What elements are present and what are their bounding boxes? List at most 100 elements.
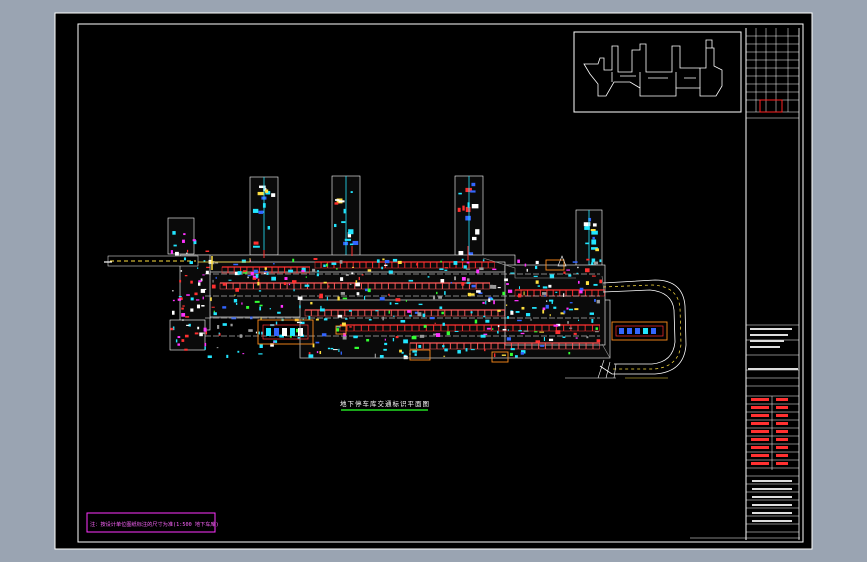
tower-detail <box>259 185 266 189</box>
plan-detail <box>439 268 444 271</box>
plan-detail <box>349 283 352 285</box>
plan-detail <box>247 275 251 277</box>
plan-detail <box>222 306 227 309</box>
tower-detail <box>585 242 589 245</box>
plan-detail <box>517 259 520 263</box>
plan-detail <box>484 348 486 352</box>
tower-detail <box>471 182 476 187</box>
plan-detail <box>593 283 598 286</box>
title-block-text <box>752 520 792 522</box>
plan-detail <box>175 339 178 343</box>
tower-detail <box>253 241 259 245</box>
title-block-text <box>750 334 788 336</box>
tower-detail <box>338 200 345 203</box>
tower-detail <box>343 208 346 214</box>
plan-detail <box>490 298 494 300</box>
plan-detail <box>502 291 505 296</box>
sign-glyph <box>651 328 656 334</box>
plan-detail <box>414 353 417 356</box>
plan-detail <box>226 354 229 358</box>
plan-detail <box>184 348 188 351</box>
plan-detail <box>242 353 245 355</box>
plan-detail <box>596 299 600 304</box>
plan-detail <box>323 264 326 268</box>
cad-drawing-canvas[interactable]: 地下停车库交通标识平面图 注：按设计单位图纸标注的尺寸为准(1:500 地下车库… <box>0 0 867 562</box>
plan-detail <box>510 348 515 351</box>
plan-detail <box>569 302 573 304</box>
plan-detail <box>403 339 408 344</box>
plan-detail <box>573 332 577 335</box>
plan-detail <box>595 327 598 330</box>
plan-detail <box>365 288 368 292</box>
plan-detail <box>212 279 214 283</box>
plan-detail <box>568 308 574 311</box>
plan-detail <box>293 288 295 292</box>
plan-detail <box>414 311 418 314</box>
plan-detail <box>190 297 194 301</box>
plan-detail <box>266 272 269 276</box>
plan-detail <box>567 321 569 324</box>
title-block-text <box>752 496 792 498</box>
plan-detail <box>246 305 250 309</box>
plan-detail <box>215 276 217 279</box>
plan-detail <box>535 340 541 343</box>
plan-detail <box>258 353 263 355</box>
plan-detail <box>182 305 185 307</box>
plan-title: 地下停车库交通标识平面图 <box>340 399 430 408</box>
title-block-red-text <box>751 446 769 449</box>
plan-detail <box>213 312 217 316</box>
plan-detail <box>296 321 302 324</box>
plan-detail <box>526 268 528 272</box>
plan-detail <box>181 307 184 310</box>
plan-detail <box>595 331 599 333</box>
plan-detail <box>381 266 384 270</box>
plan-detail <box>486 327 491 330</box>
plan-detail <box>326 296 328 301</box>
plan-detail <box>252 277 257 280</box>
plan-detail <box>427 276 430 278</box>
plan-detail <box>173 244 177 247</box>
plan-detail <box>514 300 519 302</box>
plan-detail <box>485 300 487 305</box>
tower-detail <box>348 229 354 235</box>
plan-detail <box>453 261 458 265</box>
plan-detail <box>520 352 524 355</box>
plan-detail <box>185 316 190 318</box>
plan-detail <box>280 304 284 308</box>
plan-detail <box>569 327 573 329</box>
plan-detail <box>466 261 470 264</box>
plan-detail <box>493 300 495 305</box>
plan-detail <box>338 348 340 353</box>
plan-detail <box>337 296 340 301</box>
plan-detail <box>327 347 331 350</box>
plan-detail <box>345 273 349 276</box>
plan-detail <box>563 310 566 314</box>
plan-detail <box>212 260 215 265</box>
plan-detail <box>222 283 226 286</box>
plan-detail <box>271 276 277 281</box>
plan-detail <box>255 331 257 334</box>
plan-detail <box>492 328 494 330</box>
plan-detail <box>228 279 232 281</box>
plan-detail <box>534 331 538 333</box>
plan-detail <box>216 347 219 349</box>
plan-detail <box>273 341 275 343</box>
plan-detail <box>319 350 322 355</box>
title-block-red-text <box>776 430 788 433</box>
plan-detail <box>205 250 210 253</box>
plan-detail <box>315 318 319 321</box>
plan-detail <box>542 292 547 295</box>
plan-detail <box>432 295 436 300</box>
plan-detail <box>184 275 188 277</box>
plan-detail <box>518 286 521 290</box>
plan-detail <box>351 272 354 275</box>
plan-detail <box>470 293 475 296</box>
tower-detail <box>458 250 464 256</box>
plan-detail <box>497 325 500 328</box>
plan-detail <box>197 267 199 269</box>
plan-detail <box>545 304 549 309</box>
plan-detail <box>591 319 594 323</box>
plan-detail <box>474 319 478 324</box>
plan-detail <box>171 310 175 315</box>
plan-detail <box>518 330 522 332</box>
